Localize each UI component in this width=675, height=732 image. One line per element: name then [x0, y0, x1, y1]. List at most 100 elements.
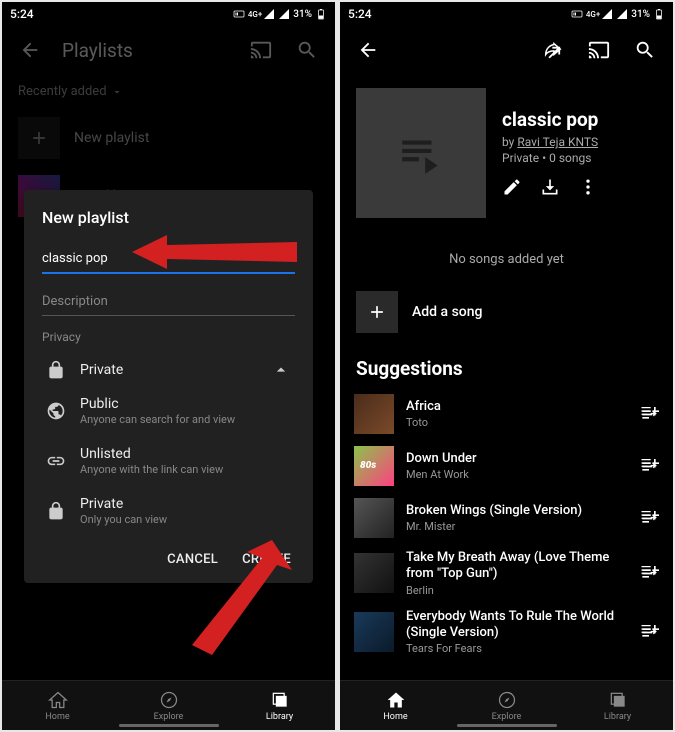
nav-explore[interactable]: Explore [113, 681, 224, 730]
bottom-nav: Home Explore Library [2, 680, 335, 730]
privacy-option-public[interactable]: Public Anyone can search for and view [42, 386, 295, 436]
playlist-name-input[interactable] [42, 245, 295, 274]
compass-icon [159, 690, 179, 710]
add-to-playlist-icon[interactable] [639, 620, 659, 644]
edit-icon[interactable] [502, 177, 522, 201]
song-artist: Men At Work [406, 468, 627, 481]
signal-icon-2 [616, 8, 628, 20]
plus-icon [356, 291, 398, 333]
empty-state: No songs added yet [340, 228, 673, 283]
back-icon[interactable] [16, 36, 44, 64]
volte-icon [233, 8, 245, 20]
suggestions-title: Suggestions [340, 351, 673, 388]
appbar: Playlists [2, 26, 335, 74]
dialog-title: New playlist [42, 208, 295, 227]
library-icon [608, 690, 628, 710]
create-button[interactable]: CREATE [242, 552, 291, 567]
share-icon[interactable] [539, 36, 567, 64]
back-icon[interactable] [354, 36, 382, 64]
song-meta: AfricaToto [406, 399, 627, 429]
battery-pct: 31% [293, 9, 312, 20]
phone-right: 5:24 4G+ 31% classic pop by Ravi Teja KN… [340, 2, 673, 730]
song-row[interactable]: Everybody Wants To Rule The World (Singl… [340, 603, 673, 662]
page-title: Playlists [62, 39, 229, 62]
cast-icon[interactable] [247, 36, 275, 64]
home-icon [386, 690, 406, 710]
library-icon [270, 690, 290, 710]
nav-explore[interactable]: Explore [451, 681, 562, 730]
song-art [354, 446, 394, 486]
nav-library[interactable]: Library [224, 681, 335, 730]
globe-icon [46, 401, 66, 421]
song-meta: Down UnderMen At Work [406, 451, 627, 481]
privacy-option-private[interactable]: Private Only you can view [42, 486, 295, 536]
compass-icon [497, 690, 517, 710]
link-icon [46, 451, 66, 471]
playlist-name: classic pop [502, 108, 598, 131]
song-title: Everybody Wants To Rule The World (Singl… [406, 609, 627, 642]
author-link[interactable]: Ravi Teja KNTS [517, 135, 598, 149]
add-to-playlist-icon[interactable] [639, 402, 659, 426]
privacy-dropdown[interactable]: Private [42, 350, 295, 386]
signal-icon [263, 8, 275, 20]
add-song-button[interactable]: Add a song [340, 283, 673, 341]
playlist-header: classic pop by Ravi Teja KNTS Private • … [340, 74, 673, 228]
more-icon[interactable] [578, 177, 598, 201]
song-title: Down Under [406, 451, 627, 467]
add-to-playlist-icon[interactable] [639, 561, 659, 585]
nav-home[interactable]: Home [340, 681, 451, 730]
volte-icon [571, 8, 583, 20]
song-artist: Berlin [406, 584, 627, 597]
song-row[interactable]: Take My Breath Away (Love Theme from "To… [340, 544, 673, 603]
home-indicator [119, 724, 219, 727]
sort-label: Recently added [18, 84, 107, 99]
song-meta: Take My Breath Away (Love Theme from "To… [406, 550, 627, 597]
status-bar: 5:24 4G+ 31% [340, 2, 673, 26]
song-art [354, 612, 394, 652]
song-art [354, 394, 394, 434]
lock-icon [46, 501, 66, 521]
battery-icon [653, 8, 665, 20]
signal-type: 4G+ [248, 10, 262, 19]
status-icons: 4G+ 31% [233, 8, 327, 20]
add-to-playlist-icon[interactable] [639, 454, 659, 478]
status-icons: 4G+ 31% [571, 8, 665, 20]
chevron-down-icon [111, 86, 123, 98]
song-title: Take My Breath Away (Love Theme from "To… [406, 550, 627, 583]
song-row[interactable]: Broken Wings (Single Version)Mr. Mister [340, 492, 673, 544]
status-time: 5:24 [10, 7, 34, 21]
chevron-up-icon [271, 360, 291, 380]
privacy-option-unlisted[interactable]: Unlisted Anyone with the link can view [42, 436, 295, 486]
search-icon[interactable] [293, 36, 321, 64]
battery-icon [315, 8, 327, 20]
add-to-playlist-icon[interactable] [639, 506, 659, 530]
nav-home[interactable]: Home [2, 681, 113, 730]
signal-icon [601, 8, 613, 20]
privacy-selected: Private [80, 362, 123, 378]
sort-row[interactable]: Recently added [2, 74, 335, 109]
new-playlist-label: New playlist [74, 130, 149, 146]
download-icon[interactable] [540, 177, 560, 201]
new-playlist-item[interactable]: New playlist [2, 109, 335, 167]
home-icon [48, 690, 68, 710]
status-time: 5:24 [348, 7, 372, 21]
song-artist: Toto [406, 416, 627, 429]
song-meta: Broken Wings (Single Version)Mr. Mister [406, 503, 627, 533]
song-row[interactable]: AfricaToto [340, 388, 673, 440]
nav-library[interactable]: Library [562, 681, 673, 730]
new-playlist-dialog: New playlist Privacy Private Public Anyo… [24, 190, 313, 583]
bottom-nav: Home Explore Library [340, 680, 673, 730]
song-artist: Tears For Fears [406, 642, 627, 655]
song-row[interactable]: Down UnderMen At Work [340, 440, 673, 492]
playlist-cover [356, 88, 486, 218]
lock-icon [46, 360, 66, 380]
song-art [354, 553, 394, 593]
suggestions-list: AfricaToto Down UnderMen At Work Broken Wi… [340, 388, 673, 661]
song-title: Broken Wings (Single Version) [406, 503, 627, 519]
search-icon[interactable] [631, 36, 659, 64]
cast-icon[interactable] [585, 36, 613, 64]
cancel-button[interactable]: CANCEL [167, 552, 218, 567]
status-bar: 5:24 4G+ 31% [2, 2, 335, 26]
song-artist: Mr. Mister [406, 520, 627, 533]
playlist-desc-input[interactable] [42, 288, 295, 316]
